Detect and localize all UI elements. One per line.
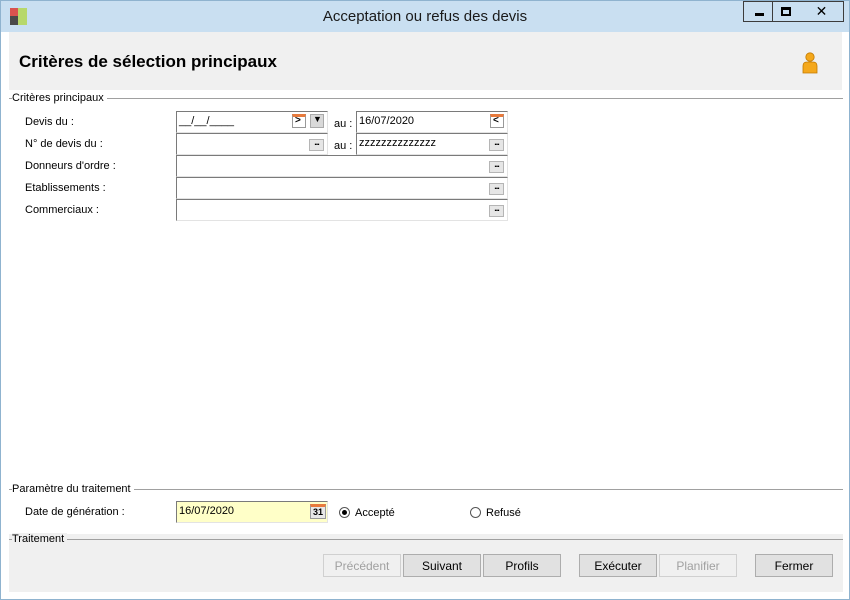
close-icon: ✕ xyxy=(815,3,828,19)
parametre-divider xyxy=(9,489,843,490)
donneurs-label: Donneurs d'ordre : xyxy=(25,160,116,172)
window-title: Acceptation ou refus des devis xyxy=(322,8,528,25)
donneurs-field[interactable] xyxy=(176,155,508,177)
traitement-section-label: Traitement xyxy=(12,533,68,545)
num-devis-au-label: au : xyxy=(334,140,353,152)
radio-refuse[interactable] xyxy=(470,507,481,518)
minimize-button[interactable] xyxy=(743,1,773,22)
maximize-button[interactable] xyxy=(772,1,800,22)
radio-refuse-label[interactable]: Refusé xyxy=(486,507,521,519)
fermer-button[interactable]: Fermer xyxy=(755,554,833,577)
date-generation-field[interactable]: 16/07/2020 xyxy=(176,501,328,523)
maximize-icon xyxy=(781,7,791,16)
calendar-icon[interactable]: 31 xyxy=(310,504,326,519)
ellipsis-icon[interactable]: ... xyxy=(489,138,504,151)
executer-button[interactable]: Exécuter xyxy=(579,554,657,577)
suivant-button[interactable]: Suivant xyxy=(403,554,481,577)
devis-au-label: au : xyxy=(334,118,353,130)
planifier-button[interactable]: Planifier xyxy=(659,554,737,577)
profils-button[interactable]: Profils xyxy=(483,554,561,577)
etablissements-label: Etablissements : xyxy=(25,182,106,194)
chevron-down-icon[interactable]: ▼ xyxy=(310,114,324,128)
traitement-divider xyxy=(9,539,843,540)
criteres-divider xyxy=(9,98,843,99)
devis-du-label: Devis du : xyxy=(25,116,74,128)
title-bar[interactable]: Acceptation ou refus des devis ✕ xyxy=(1,1,849,32)
user-icon[interactable] xyxy=(801,52,819,74)
date-generation-label: Date de génération : xyxy=(25,506,125,518)
ellipsis-icon[interactable]: ... xyxy=(489,204,504,217)
page-title: Critères de sélection principaux xyxy=(19,52,277,71)
date-prev-icon[interactable]: < xyxy=(490,114,504,128)
main-window: Acceptation ou refus des devis ✕ Critère… xyxy=(0,0,850,600)
num-devis-du-field[interactable] xyxy=(176,133,328,155)
date-next-icon[interactable]: > xyxy=(292,114,306,128)
etablissements-field[interactable] xyxy=(176,177,508,199)
criteres-section-label: Critères principaux xyxy=(12,92,107,104)
radio-accepte-label[interactable]: Accepté xyxy=(355,507,395,519)
close-button[interactable]: ✕ xyxy=(799,1,844,22)
num-devis-au-field[interactable]: zzzzzzzzzzzzzz xyxy=(356,133,508,155)
radio-accepte[interactable] xyxy=(339,507,350,518)
ellipsis-icon[interactable]: ... xyxy=(489,182,504,195)
commerciaux-field[interactable] xyxy=(176,199,508,221)
devis-au-field[interactable]: 16/07/2020 xyxy=(356,111,508,133)
minimize-icon xyxy=(755,13,764,16)
page-header: Critères de sélection principaux xyxy=(9,32,842,90)
parametre-section-label: Paramètre du traitement xyxy=(12,483,134,495)
precedent-button[interactable]: Précédent xyxy=(323,554,401,577)
ellipsis-icon[interactable]: ... xyxy=(489,160,504,173)
num-devis-du-label: N° de devis du : xyxy=(25,138,103,150)
commerciaux-label: Commerciaux : xyxy=(25,204,99,216)
ellipsis-icon[interactable]: ... xyxy=(309,138,324,151)
